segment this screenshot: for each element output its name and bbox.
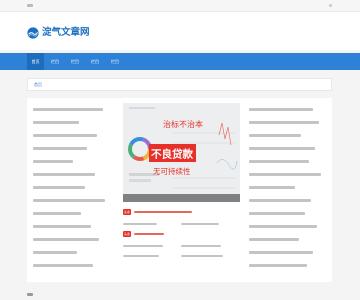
feature-line-3: 无可持续性 [153,166,191,176]
list-item[interactable] [249,156,329,169]
list-item[interactable] [33,130,115,143]
top-bar-right-link[interactable] [329,4,332,7]
list-item[interactable] [33,117,115,130]
featured-caption[interactable] [123,194,240,202]
list-item[interactable] [249,260,329,273]
footer-label [27,293,33,296]
list-item[interactable] [33,247,115,260]
list-item[interactable] [33,234,115,247]
list-item[interactable] [249,143,329,156]
list-item[interactable] [249,169,329,182]
content-panel: 治标不治本 不良贷款 无可持续性 头条 头条 [27,98,332,282]
nav-item-home[interactable]: 首页 [27,53,44,70]
list-item[interactable] [249,182,329,195]
right-article-list [249,104,329,273]
hot-badge: 头条 [123,231,131,237]
featured-image[interactable]: 治标不治本 不良贷款 无可持续性 [123,103,240,202]
list-item[interactable] [33,208,115,221]
list-item[interactable] [249,130,329,143]
list-item[interactable] [33,143,115,156]
feature-line-2: 不良贷款 [151,148,193,161]
nav-item-1[interactable]: 栏目 [48,53,62,70]
nav-item-2[interactable]: 栏目 [68,53,82,70]
top-bar [0,0,360,12]
headline-item[interactable]: 头条 [123,207,240,219]
list-item[interactable] [249,247,329,260]
hot-badge: 头条 [123,209,131,215]
list-item[interactable] [33,104,115,117]
list-item[interactable] [249,104,329,117]
top-bar-left-link[interactable] [27,4,33,7]
list-item[interactable] [33,156,115,169]
nav-item-4[interactable]: 栏目 [108,53,122,70]
list-item[interactable] [33,182,115,195]
list-item[interactable] [249,117,329,130]
list-item[interactable] [249,234,329,247]
headline-list: 头条 头条 [123,207,240,261]
logo-icon [27,27,39,39]
list-item[interactable] [249,208,329,221]
nav-item-3[interactable]: 栏目 [88,53,102,70]
list-item[interactable] [33,221,115,234]
list-item[interactable] [33,169,115,182]
site-logo[interactable]: 淀气文章网 [27,25,90,41]
list-item[interactable] [249,195,329,208]
list-item-pair[interactable] [123,241,240,251]
breadcrumb-home[interactable]: 首页 [34,82,42,88]
headline-item[interactable]: 头条 [123,229,240,241]
list-item[interactable] [33,260,115,273]
breadcrumb: 首页 [27,78,332,91]
site-name: 淀气文章网 [42,27,90,38]
list-item-pair[interactable] [123,251,240,261]
main-nav: 首页 栏目 栏目 栏目 栏目 [0,53,360,70]
list-item[interactable] [33,195,115,208]
list-item-pair[interactable] [123,219,240,229]
feature-line-1: 治标不治本 [163,119,203,129]
headline-text[interactable] [134,211,192,213]
left-article-list [33,104,115,273]
list-item[interactable] [249,221,329,234]
headline-text[interactable] [134,233,164,235]
